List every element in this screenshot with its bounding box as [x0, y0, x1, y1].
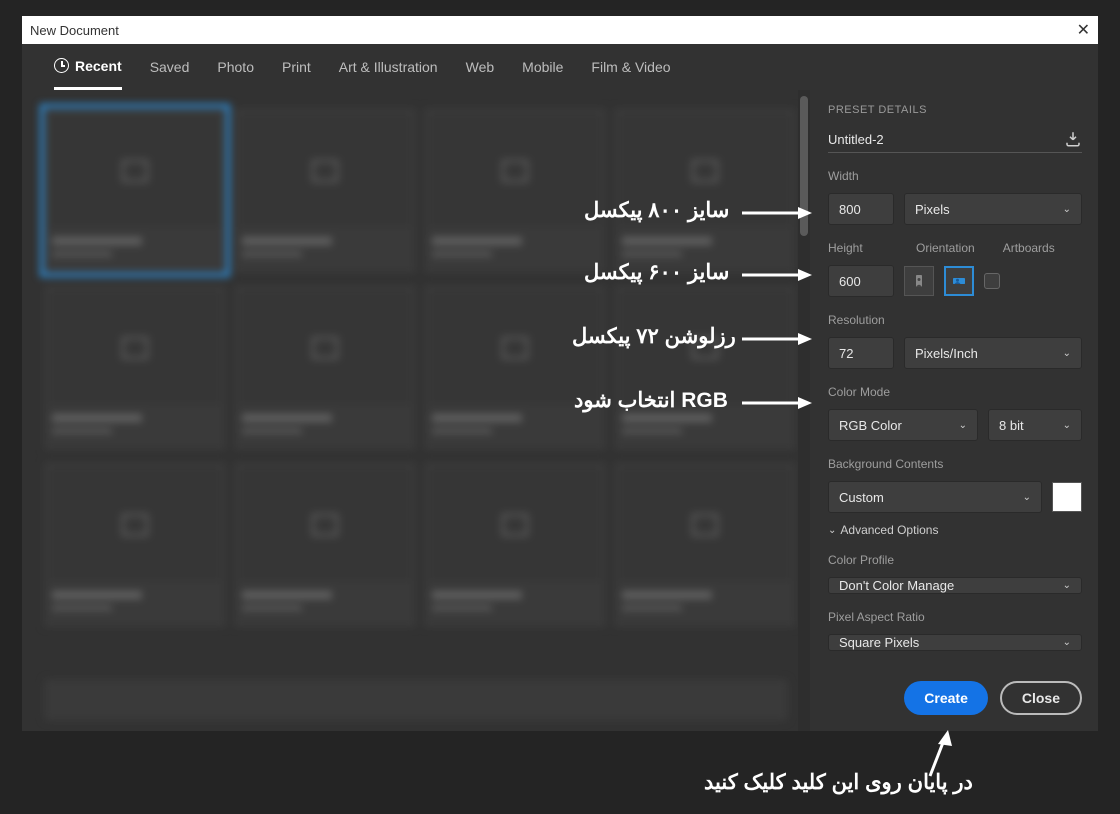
chevron-down-icon: ⌄	[1063, 637, 1071, 648]
color-profile-select[interactable]: Don't Color Manage⌄	[828, 577, 1082, 594]
preset-card[interactable]	[614, 108, 796, 273]
annotation-mode: RGB انتخاب شود	[574, 388, 728, 413]
height-label: Height	[828, 241, 888, 255]
color-mode-select[interactable]: RGB Color⌄	[828, 409, 978, 441]
preset-details-panel: PRESET DETAILS Untitled-2 Width 800 Pixe…	[810, 90, 1098, 731]
background-color-swatch[interactable]	[1052, 482, 1082, 512]
window-title: New Document	[30, 23, 119, 38]
tab-label: Mobile	[522, 59, 563, 75]
tab-label: Photo	[217, 59, 254, 75]
preset-card[interactable]	[614, 462, 796, 627]
tab-print[interactable]: Print	[282, 44, 311, 90]
annotation-final: در پایان روی این کلید کلیک کنید	[704, 770, 973, 795]
preset-card[interactable]	[424, 108, 606, 273]
pixel-aspect-label: Pixel Aspect Ratio	[828, 610, 1082, 624]
orientation-label: Orientation	[916, 241, 975, 255]
preset-card[interactable]	[424, 462, 606, 627]
width-label: Width	[828, 169, 1082, 183]
chevron-down-icon: ⌄	[828, 525, 836, 536]
tab-photo[interactable]: Photo	[217, 44, 254, 90]
titlebar: New Document ✕	[22, 16, 1098, 44]
preset-card[interactable]	[234, 285, 416, 450]
create-button[interactable]: Create	[904, 681, 988, 715]
chevron-down-icon: ⌄	[1063, 580, 1071, 591]
annotation-resolution: رزلوشن ۷۲ پیکسل	[572, 324, 736, 349]
annotation-width: سایز ۸۰۰ پیکسل	[584, 198, 729, 223]
resolution-label: Resolution	[828, 313, 1082, 327]
artboards-checkbox[interactable]	[984, 273, 1000, 289]
preset-card[interactable]	[614, 285, 796, 450]
close-icon[interactable]: ✕	[1077, 20, 1090, 40]
chevron-down-icon: ⌄	[1023, 492, 1031, 503]
width-input[interactable]: 800	[828, 193, 894, 225]
tab-label: Saved	[150, 59, 190, 75]
tab-recent[interactable]: Recent	[54, 44, 122, 90]
pixel-aspect-select[interactable]: Square Pixels⌄	[828, 634, 1082, 651]
background-label: Background Contents	[828, 457, 1082, 471]
artboards-label: Artboards	[1003, 241, 1055, 255]
bit-depth-select[interactable]: 8 bit⌄	[988, 409, 1082, 441]
new-document-dialog: New Document ✕ Recent Saved Photo Print …	[22, 16, 1098, 731]
preset-card[interactable]	[234, 462, 416, 627]
preset-card[interactable]	[424, 285, 606, 450]
preset-footer	[44, 679, 788, 721]
height-input[interactable]: 600	[828, 265, 894, 297]
close-button[interactable]: Close	[1000, 681, 1082, 715]
tab-label: Art & Illustration	[339, 59, 438, 75]
chevron-down-icon: ⌄	[1063, 348, 1071, 359]
tab-web[interactable]: Web	[466, 44, 495, 90]
preset-scrollbar[interactable]	[798, 90, 810, 731]
panel-header: PRESET DETAILS	[828, 104, 1082, 116]
color-mode-label: Color Mode	[828, 385, 1082, 399]
tab-film[interactable]: Film & Video	[591, 44, 670, 90]
orientation-landscape[interactable]	[944, 266, 974, 296]
preset-card[interactable]	[234, 108, 416, 273]
resolution-input[interactable]: 72	[828, 337, 894, 369]
tab-mobile[interactable]: Mobile	[522, 44, 563, 90]
orientation-portrait[interactable]	[904, 266, 934, 296]
color-profile-label: Color Profile	[828, 553, 1082, 567]
advanced-options-toggle[interactable]: ⌄ Advanced Options	[828, 523, 1082, 537]
annotation-height: سایز ۶۰۰ پیکسل	[584, 260, 729, 285]
preset-card[interactable]	[44, 108, 226, 273]
tab-saved[interactable]: Saved	[150, 44, 190, 90]
preset-card[interactable]	[44, 462, 226, 627]
tab-art[interactable]: Art & Illustration	[339, 44, 438, 90]
width-unit-select[interactable]: Pixels⌄	[904, 193, 1082, 225]
document-name-field[interactable]: Untitled-2	[828, 132, 884, 147]
tab-label: Web	[466, 59, 495, 75]
chevron-down-icon: ⌄	[959, 420, 967, 431]
clock-icon	[54, 58, 69, 73]
tab-label: Recent	[75, 58, 122, 74]
resolution-unit-select[interactable]: Pixels/Inch⌄	[904, 337, 1082, 369]
chevron-down-icon: ⌄	[1063, 204, 1071, 215]
background-select[interactable]: Custom⌄	[828, 481, 1042, 513]
chevron-down-icon: ⌄	[1063, 420, 1071, 431]
tabbar: Recent Saved Photo Print Art & Illustrat…	[22, 44, 1098, 90]
tab-label: Print	[282, 59, 311, 75]
tab-label: Film & Video	[591, 59, 670, 75]
save-preset-icon[interactable]	[1064, 130, 1082, 148]
preset-card[interactable]	[44, 285, 226, 450]
